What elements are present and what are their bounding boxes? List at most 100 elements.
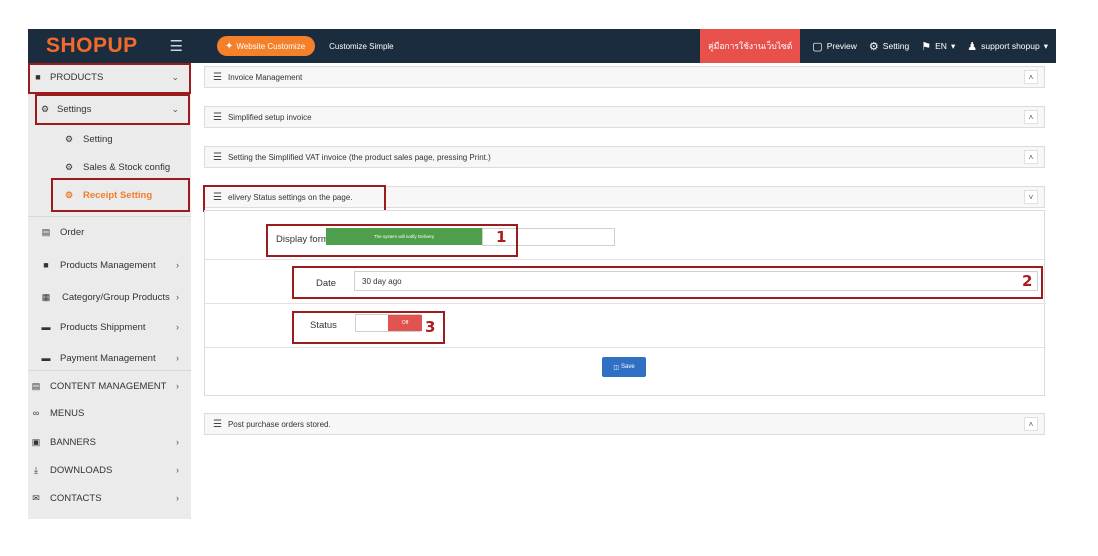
panel-post-purchase[interactable]: ☰ Post purchase orders stored. ˄ (204, 413, 1045, 435)
divider (28, 93, 191, 94)
panel-delivery-status[interactable]: ☰ elivery Status settings on the page. ˅ (204, 186, 1045, 208)
app-window: SHOPUP ☰ ✦ Website Customize Customize S… (0, 0, 1098, 556)
envelope-icon: ✉ (32, 492, 40, 503)
chevron-down-icon: ⌄ (171, 71, 179, 82)
credit-card-icon: ▬ (41, 353, 51, 363)
date-field[interactable]: 30 day ago (354, 271, 1038, 291)
chevron-right-icon: › (176, 493, 179, 503)
sidebar-item-label: Setting (83, 133, 113, 145)
manual-button[interactable]: คู่มือการใช้งานเว็บไซต์ (700, 29, 801, 63)
user-dropdown[interactable]: ♟ support shopup ▾ (967, 40, 1048, 53)
website-customize-button[interactable]: ✦ Website Customize (217, 36, 316, 56)
chevron-right-icon: › (176, 381, 179, 391)
user-label: support shopup (981, 41, 1040, 51)
language-label: EN (935, 41, 947, 51)
gear-icon: ⚙ (64, 133, 74, 144)
gift-icon: ■ (35, 72, 41, 82)
panel-title: elivery Status settings on the page. (227, 192, 353, 202)
user-icon: ♟ (967, 40, 978, 53)
sidebar-item-menus[interactable]: ∞ MENUS (28, 405, 191, 421)
sidebar-item-receipt-setting[interactable]: ⚙ Receipt Setting (28, 187, 191, 203)
annotation-number-3: 3 (425, 318, 436, 336)
annotation-number-2: 2 (1022, 272, 1033, 290)
download-icon: ⤓ (34, 464, 38, 475)
sidebar-item-label: CONTACTS (50, 492, 102, 504)
chevron-right-icon: › (176, 437, 179, 447)
shopup-logo[interactable]: SHOPUP (46, 34, 138, 58)
menu-icon: ☰ (213, 418, 222, 430)
chevron-down-icon: ▾ (1043, 40, 1048, 51)
top-right-menu: คู่มือการใช้งานเว็บไซต์ ▢ Preview ⚙ Sett… (700, 29, 1056, 63)
annotation-number-1: 1 (496, 228, 507, 246)
sidebar: ■ PRODUCTS ⌄ ⚙ Settings ⌄ ⚙ Setting ⚙ Sa… (28, 63, 191, 519)
save-label: Save (620, 364, 635, 370)
menu-icon: ☰ (213, 191, 222, 203)
sidebar-item-label: Order (60, 226, 85, 238)
sidebar-item-sales-stock[interactable]: ⚙ Sales & Stock config (28, 159, 191, 175)
truck-icon: ▬ (41, 322, 51, 332)
link-icon: ∞ (32, 408, 40, 418)
chevron-up-icon[interactable]: ˄ (1024, 70, 1038, 84)
sidebar-item-label: Receipt Setting (83, 189, 153, 201)
document-icon: ▤ (41, 226, 51, 237)
sidebar-item-label: Products Shippment (60, 321, 146, 333)
sidebar-item-label: PRODUCTS (50, 71, 104, 83)
status-toggle[interactable]: Off (355, 314, 422, 332)
save-button[interactable]: ◫ Save (602, 357, 646, 377)
top-navbar: SHOPUP ☰ ✦ Website Customize Customize S… (28, 29, 1056, 63)
divider (28, 370, 191, 371)
sidebar-item-content[interactable]: ▤ CONTENT MANAGEMENT › (28, 378, 191, 394)
category-icon: ▦ (41, 291, 51, 302)
chevron-up-icon[interactable]: ˄ (1024, 417, 1038, 431)
sidebar-item-products-management[interactable]: ■ Products Management › (28, 257, 191, 273)
customize-simple-link[interactable]: Customize Simple (329, 42, 393, 51)
flag-icon: ⚑ (921, 40, 932, 53)
gear-icon: ⚙ (868, 40, 879, 53)
sidebar-item-label: BANNERS (50, 436, 96, 448)
chevron-up-icon[interactable]: ˄ (1024, 150, 1038, 164)
chevron-right-icon: › (176, 260, 179, 270)
chevron-up-icon[interactable]: ˄ (1024, 110, 1038, 124)
sidebar-item-order[interactable]: ▤ Order (28, 224, 191, 240)
sidebar-item-settings[interactable]: ⚙ Settings ⌄ (28, 101, 191, 117)
setting-label: Setting (882, 41, 910, 51)
menu-icon: ☰ (213, 111, 222, 123)
divider (28, 216, 191, 217)
sidebar-item-banners[interactable]: ▣ BANNERS › (28, 434, 191, 450)
panel-simplified-setup[interactable]: ☰ Simplified setup invoice ˄ (204, 106, 1045, 128)
sidebar-item-setting[interactable]: ⚙ Setting (28, 131, 191, 147)
chevron-down-icon[interactable]: ˅ (1024, 190, 1038, 204)
divider (205, 259, 1046, 260)
sidebar-item-label: Category/Group Products (62, 291, 170, 303)
panel-invoice-management[interactable]: ☰ Invoice Management ˄ (204, 66, 1045, 88)
preview-link[interactable]: ▢ Preview (812, 40, 857, 53)
website-customize-label: Website Customize (236, 41, 306, 51)
sidebar-item-label: CONTENT MANAGEMENT (50, 380, 167, 392)
sidebar-item-label: Payment Management (60, 352, 156, 364)
setting-link[interactable]: ⚙ Setting (869, 40, 909, 53)
language-dropdown[interactable]: ⚑ EN ▾ (921, 40, 955, 53)
sidebar-item-products[interactable]: ■ PRODUCTS ⌄ (28, 69, 191, 85)
sidebar-item-contacts[interactable]: ✉ CONTACTS › (28, 490, 191, 506)
hamburger-menu-icon[interactable]: ☰ (170, 37, 183, 55)
chevron-right-icon: › (176, 292, 179, 302)
menu-icon: ☰ (213, 71, 222, 83)
sidebar-item-label: Products Management (60, 259, 156, 271)
panel-title: Simplified setup invoice (227, 112, 312, 122)
sidebar-item-downloads[interactable]: ⤓ DOWNLOADS › (28, 462, 191, 478)
sidebar-item-category[interactable]: ▦ Category/Group Products › (28, 289, 191, 305)
image-icon: ▣ (31, 436, 41, 447)
monitor-icon: ▢ (812, 40, 823, 53)
panel-title: Invoice Management (227, 72, 303, 82)
panel-vat-invoice[interactable]: ☰ Setting the Simplified VAT invoice (th… (204, 146, 1045, 168)
gear-icon: ⚙ (40, 103, 50, 114)
display-format-button[interactable]: The system will notify Delivery (326, 228, 482, 245)
panel-title: Setting the Simplified VAT invoice (the … (227, 152, 491, 162)
chevron-right-icon: › (176, 322, 179, 332)
sidebar-item-payment[interactable]: ▬ Payment Management › (28, 350, 191, 366)
panel-title: Post purchase orders stored. (227, 419, 331, 429)
preview-label: Preview (826, 41, 857, 51)
chevron-down-icon: ⌄ (171, 103, 179, 114)
sidebar-item-shippment[interactable]: ▬ Products Shippment › (28, 319, 191, 335)
chevron-down-icon: ▾ (950, 40, 956, 51)
